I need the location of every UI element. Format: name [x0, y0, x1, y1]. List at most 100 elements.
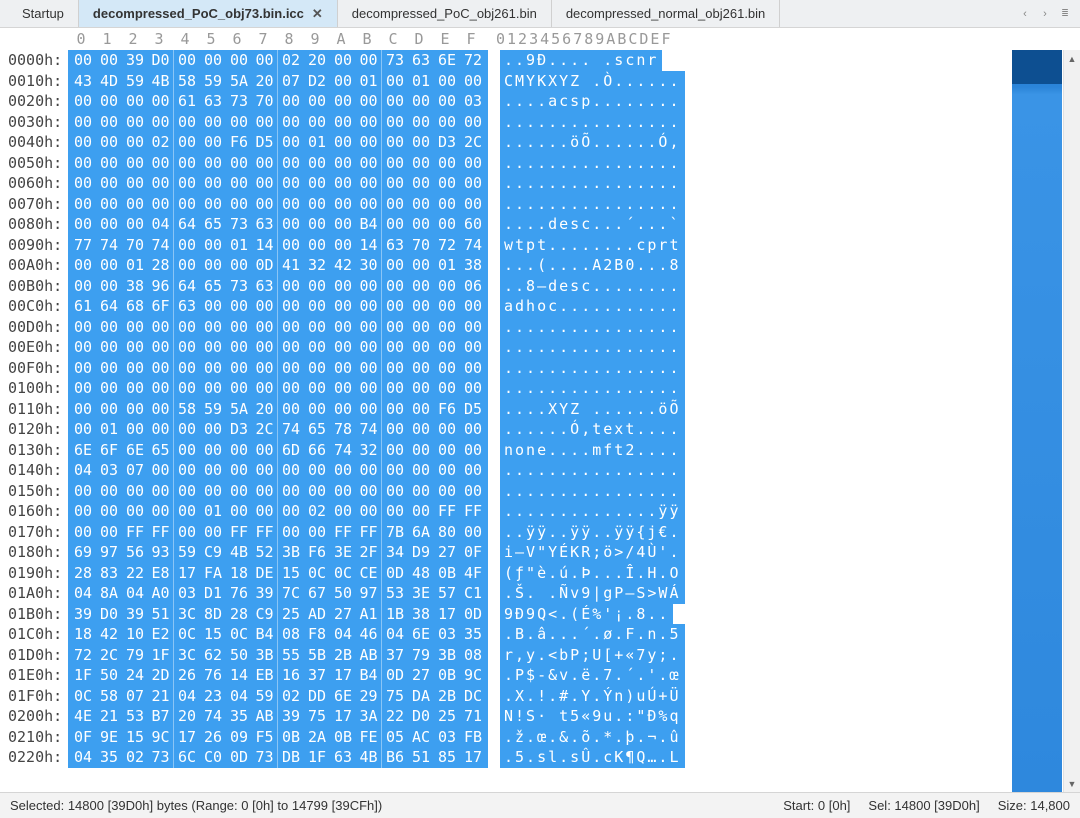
hex-row[interactable]: 0220h:043502736CC00D73DB1F634BB6518517.5…: [0, 747, 685, 768]
tab[interactable]: decompressed_PoC_obj261.bin: [338, 0, 552, 27]
hex-row[interactable]: 0060h:00000000000000000000000000000000..…: [0, 173, 685, 194]
hex-row[interactable]: 0170h:0000FFFF0000FFFF0000FFFF7B6A8000..…: [0, 522, 685, 543]
ascii[interactable]: ................: [500, 337, 685, 358]
ascii[interactable]: ................: [500, 481, 685, 502]
hex-row[interactable]: 01F0h:0C5807210423045902DD6E2975DA2BDC.X…: [0, 686, 685, 707]
hex-row[interactable]: 01E0h:1F50242D267614EB163717B40D270B9C.P…: [0, 665, 685, 686]
ascii[interactable]: ................: [500, 194, 685, 215]
hex-row[interactable]: 0120h:000100000000D32C7465787400000000..…: [0, 419, 685, 440]
bytes[interactable]: 39D039513C8D28C925AD27A11B38170D: [68, 604, 488, 625]
bytes[interactable]: 184210E20C150CB408F80446046E0335: [68, 624, 488, 645]
ascii[interactable]: CMYKXYZ .Ò......: [500, 71, 685, 92]
ascii[interactable]: ...(....A2B0...8: [500, 255, 685, 276]
ascii[interactable]: ................: [500, 358, 685, 379]
ascii[interactable]: .B.â...´.ø.F.n.5: [500, 624, 685, 645]
ascii[interactable]: ................: [500, 153, 685, 174]
ascii[interactable]: ................: [500, 460, 685, 481]
hex-row[interactable]: 00A0h:000001280000000D4132423000000138..…: [0, 255, 685, 276]
hex-row[interactable]: 0050h:00000000000000000000000000000000..…: [0, 153, 685, 174]
bytes[interactable]: 000000020000F6D5000100000000D32C: [68, 132, 488, 153]
ascii[interactable]: ................: [500, 112, 685, 133]
hex-row[interactable]: 0160h:0000000000010000000200000000FFFF..…: [0, 501, 685, 522]
hex-row[interactable]: 01A0h:048A04A003D176397C675097533E57C1.Š…: [0, 583, 685, 604]
scroll-track[interactable]: [1064, 67, 1080, 775]
minimap[interactable]: [1012, 50, 1062, 792]
ascii[interactable]: ......öÕ......Ó,: [500, 132, 685, 153]
bytes[interactable]: 722C791F3C62503B555B2BAB37793B08: [68, 645, 488, 666]
ascii[interactable]: none....mft2....: [500, 440, 685, 461]
bytes[interactable]: 6E6F6E65000000006D66743200000000: [68, 440, 488, 461]
ascii[interactable]: .ž.œ.&.õ.*.þ.¬.û: [500, 727, 685, 748]
scroll-up-icon[interactable]: ▲: [1064, 50, 1080, 67]
hex-row[interactable]: 0140h:04030700000000000000000000000000..…: [0, 460, 685, 481]
hex-row[interactable]: 0200h:4E2153B7207435AB3975173A22D02571N!…: [0, 706, 685, 727]
hex-row[interactable]: 0070h:00000000000000000000000000000000..…: [0, 194, 685, 215]
ascii[interactable]: r,y.<bP;U[+«7y;.: [500, 645, 685, 666]
bytes[interactable]: 00000000000000000000000000000000: [68, 317, 488, 338]
hex-row[interactable]: 01D0h:722C791F3C62503B555B2BAB37793B08r,…: [0, 645, 685, 666]
bytes[interactable]: 77747074000001140000001463707274: [68, 235, 488, 256]
hex-row[interactable]: 0210h:0F9E159C172609F50B2A0BFE05AC03FB.ž…: [0, 727, 685, 748]
ascii[interactable]: 9Ð9Q<.(É%­'¡.8..: [500, 604, 673, 625]
ascii[interactable]: ..ÿÿ..ÿÿ..ÿÿ{j€.: [500, 522, 685, 543]
tab[interactable]: decompressed_normal_obj261.bin: [552, 0, 780, 27]
ascii[interactable]: ..8–desc........: [500, 276, 685, 297]
tab[interactable]: Startup: [8, 0, 79, 27]
bytes[interactable]: 0000000058595A20000000000000F6D5: [68, 399, 488, 420]
hex-row[interactable]: 0180h:6997569359C94B523BF63E2F34D9270Fi—…: [0, 542, 685, 563]
bytes[interactable]: 00003896646573630000000000000006: [68, 276, 488, 297]
bytes[interactable]: 000001280000000D4132423000000138: [68, 255, 488, 276]
bytes[interactable]: 00000000000000000000000000000000: [68, 481, 488, 502]
hex-row[interactable]: 0010h:434D594B58595A2007D2000100010000CM…: [0, 71, 685, 92]
bytes[interactable]: 0000FFFF0000FFFF0000FFFF7B6A8000: [68, 522, 488, 543]
bytes[interactable]: 04030700000000000000000000000000: [68, 460, 488, 481]
hex-row[interactable]: 00F0h:00000000000000000000000000000000..…: [0, 358, 685, 379]
chevron-right-icon[interactable]: ›: [1036, 5, 1054, 23]
bytes[interactable]: 4E2153B7207435AB3975173A22D02571: [68, 706, 488, 727]
bytes[interactable]: 6997569359C94B523BF63E2F34D9270F: [68, 542, 488, 563]
bytes[interactable]: 00000000000000000000000000000000: [68, 153, 488, 174]
hex-row[interactable]: 00D0h:00000000000000000000000000000000..…: [0, 317, 685, 338]
ascii[interactable]: N!S· t5«9u.:"Ð%q: [500, 706, 685, 727]
ascii[interactable]: .5.sl.sÛ.cK¶Q….L: [500, 747, 685, 768]
ascii[interactable]: .P$-&v.ë.7.´.'.œ: [500, 665, 685, 686]
ascii[interactable]: ................: [500, 378, 685, 399]
bytes[interactable]: 043502736CC00D73DB1F634BB6518517: [68, 747, 488, 768]
bytes[interactable]: 000100000000D32C7465787400000000: [68, 419, 488, 440]
hex-row[interactable]: 0110h:0000000058595A20000000000000F6D5..…: [0, 399, 685, 420]
ascii[interactable]: .X.!.#.Y.Ýn)uÚ+Ü: [500, 686, 685, 707]
ascii[interactable]: .Š. .Ñv9|gP—S>WÁ: [500, 583, 685, 604]
ascii[interactable]: ....XYZ ......öÕ: [500, 399, 685, 420]
bytes[interactable]: 6164686F630000000000000000000000: [68, 296, 488, 317]
hex-row[interactable]: 0100h:00000000000000000000000000000000..…: [0, 378, 685, 399]
ascii[interactable]: ................: [500, 173, 685, 194]
ascii[interactable]: ..............ÿÿ: [500, 501, 685, 522]
bytes[interactable]: 000039D0000000000220000073636E72: [68, 50, 488, 71]
close-icon[interactable]: ✕: [312, 6, 323, 22]
tab[interactable]: decompressed_PoC_obj73.bin.icc✕: [79, 0, 338, 27]
hex-row[interactable]: 00C0h:6164686F630000000000000000000000ad…: [0, 296, 685, 317]
ascii[interactable]: ................: [500, 317, 685, 338]
hex-row[interactable]: 0090h:77747074000001140000001463707274wt…: [0, 235, 685, 256]
hex-row[interactable]: 01B0h:39D039513C8D28C925AD27A11B38170D9Ð…: [0, 604, 685, 625]
bytes[interactable]: 00000000616373700000000000000003: [68, 91, 488, 112]
hex-row[interactable]: 0000h:000039D0000000000220000073636E72..…: [0, 50, 685, 71]
ascii[interactable]: i—V"YÉKR;ö>/4Ù'.: [500, 542, 685, 563]
hex-row[interactable]: 0190h:288322E817FA18DE150C0CCE0D480B4F(ƒ…: [0, 563, 685, 584]
hex-row[interactable]: 0040h:000000020000F6D5000100000000D32C..…: [0, 132, 685, 153]
ascii[interactable]: ..9Ð.... .scnr: [500, 50, 662, 71]
bytes[interactable]: 288322E817FA18DE150C0CCE0D480B4F: [68, 563, 488, 584]
bytes[interactable]: 0000000000010000000200000000FFFF: [68, 501, 488, 522]
hex-row[interactable]: 01C0h:184210E20C150CB408F80446046E0335.B…: [0, 624, 685, 645]
ascii[interactable]: ....desc...´...`: [500, 214, 685, 235]
bytes[interactable]: 048A04A003D176397C675097533E57C1: [68, 583, 488, 604]
ascii[interactable]: ......Ó,text....: [500, 419, 685, 440]
ascii[interactable]: (ƒ"è.ú.Þ...Î.H.O: [500, 563, 685, 584]
bytes[interactable]: 00000000000000000000000000000000: [68, 358, 488, 379]
overflow-icon[interactable]: ≣: [1056, 5, 1074, 23]
bytes[interactable]: 0F9E159C172609F50B2A0BFE05AC03FB: [68, 727, 488, 748]
bytes[interactable]: 00000000000000000000000000000000: [68, 173, 488, 194]
bytes[interactable]: 0C5807210423045902DD6E2975DA2BDC: [68, 686, 488, 707]
hex-row[interactable]: 0030h:00000000000000000000000000000000..…: [0, 112, 685, 133]
hex-row[interactable]: 00B0h:00003896646573630000000000000006..…: [0, 276, 685, 297]
